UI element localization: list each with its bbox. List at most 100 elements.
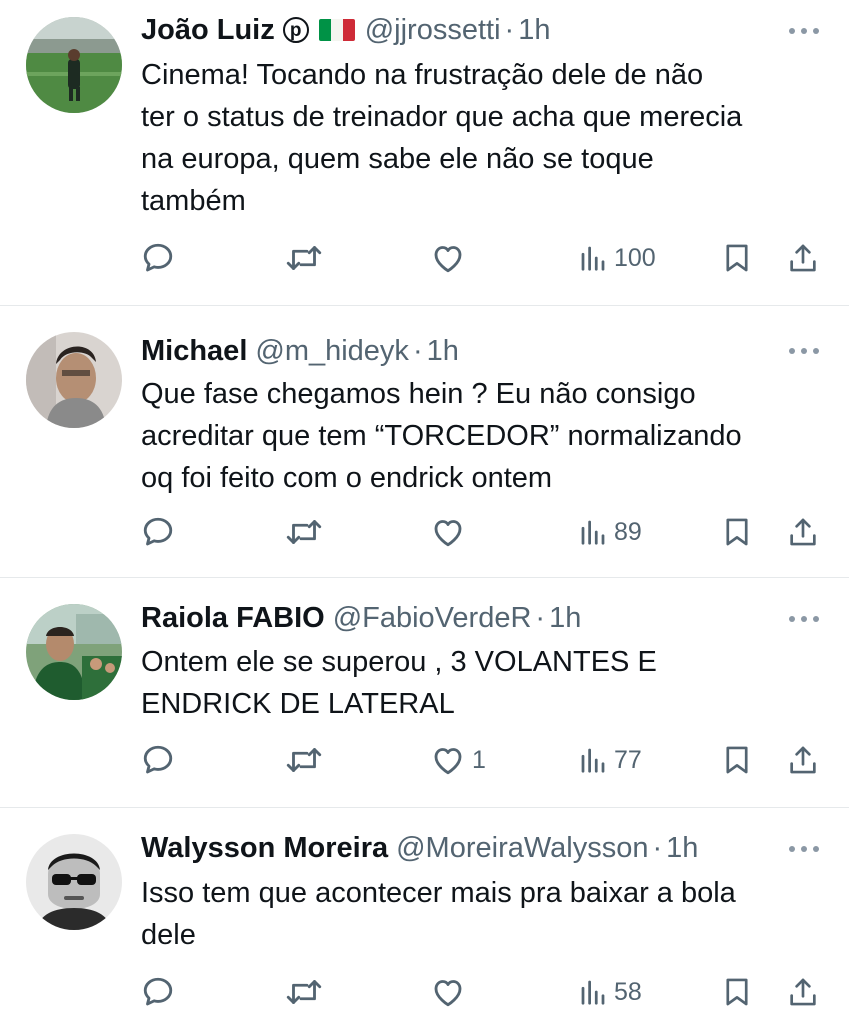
avatar[interactable] [26,332,122,428]
author-name[interactable]: Walysson Moreira [141,830,388,866]
tweet[interactable]: Michael @m_hideyk · 1h Que fase chegamos… [0,306,849,578]
reply-button[interactable] [140,238,182,278]
reply-icon [143,745,173,774]
tweet-text-line: acreditar que tem “TORCEDOR” normalizand… [141,420,742,452]
retweet-button[interactable] [284,512,330,552]
views-icon [581,748,605,773]
bookmark-button[interactable] [720,512,754,552]
tweet-header: Michael @m_hideyk · 1h [141,333,789,369]
bookmark-button[interactable] [720,972,754,1012]
italy-flag-icon [318,19,355,41]
tweet-text-line: dele [141,919,196,951]
like-button[interactable]: 1 [430,740,486,780]
author-name[interactable]: João Luiz [141,12,275,48]
tweet-header: Walysson Moreira @MoreiraWalysson · 1h [141,830,789,866]
share-button[interactable] [786,512,820,552]
avatar[interactable] [26,17,122,113]
tweet-actions: 100 [0,238,849,278]
like-icon [434,520,462,547]
views-icon [581,980,605,1005]
author-name[interactable]: Michael [141,333,247,369]
like-icon [434,246,462,273]
share-button[interactable] [786,972,820,1012]
reply-feed: João Luiz p @jjrossetti · 1h Cinema! Toc… [0,0,849,1024]
more-icon[interactable] [789,346,819,356]
retweet-button[interactable] [284,238,330,278]
author-handle[interactable]: @jjrossetti [365,12,501,48]
tweet-actions: 1 77 [0,740,849,780]
tweet-text-line: ENDRICK DE LATERAL [141,688,455,720]
share-icon [790,746,816,774]
reply-button[interactable] [140,740,182,780]
view-count: 100 [614,243,656,272]
author-handle[interactable]: @m_hideyk [255,333,409,369]
bookmark-icon [726,518,748,546]
share-button[interactable] [786,740,820,780]
more-icon[interactable] [789,844,819,854]
author-handle[interactable]: @MoreiraWalysson [396,830,648,866]
views-icon [581,246,605,271]
tweet-text: Cinema! Tocando na frustração dele de nã… [141,54,825,222]
views-button[interactable]: 100 [578,238,656,278]
views-icon [581,520,605,545]
separator-dot: · [412,335,423,367]
view-count: 77 [614,745,642,774]
tweet-header: Raiola FABIO @FabioVerdeR · 1h [141,600,789,636]
like-button[interactable] [430,238,472,278]
bookmark-icon [726,244,748,272]
reply-button[interactable] [140,972,182,1012]
timestamp[interactable]: 1h [666,830,698,866]
timestamp[interactable]: 1h [549,600,581,636]
retweet-icon [286,520,322,544]
avatar[interactable] [26,834,122,930]
tweet-text-line: ter o status de treinador que acha que m… [141,101,743,133]
tweet-text: Isso tem que acontecer mais pra baixar a… [141,872,825,956]
timestamp[interactable]: 1h [518,12,550,48]
more-icon[interactable] [789,26,819,36]
tweet-text-line: Que fase chegamos hein ? Eu não consigo [141,378,696,410]
like-icon [434,980,462,1007]
tweet[interactable]: João Luiz p @jjrossetti · 1h Cinema! Toc… [0,0,849,306]
retweet-icon [286,980,322,1004]
tweet-header: João Luiz p @jjrossetti · 1h [141,12,789,48]
share-button[interactable] [786,238,820,278]
tweet-text-line: Isso tem que acontecer mais pra baixar a… [141,877,736,909]
views-button[interactable]: 58 [578,972,642,1012]
tweet[interactable]: Raiola FABIO @FabioVerdeR · 1h Ontem ele… [0,578,849,808]
tweet-text-line: Cinema! Tocando na frustração dele de nã… [141,59,704,91]
share-icon [790,244,816,272]
tweet-text-line: oq foi feito com o endrick ontem [141,462,553,494]
separator-dot: · [504,14,515,46]
tweet-text: Que fase chegamos hein ? Eu não consigo … [141,373,825,499]
bookmark-icon [726,746,748,774]
like-button[interactable] [430,512,472,552]
bookmark-button[interactable] [720,238,754,278]
timestamp[interactable]: 1h [427,333,459,369]
more-icon[interactable] [789,614,819,624]
separator-dot: · [652,832,663,864]
share-icon [790,978,816,1006]
like-icon [434,748,462,775]
retweet-button[interactable] [284,972,330,1012]
reply-icon [143,517,173,546]
view-count: 89 [614,517,642,546]
reply-icon [143,977,173,1006]
like-count: 1 [472,745,486,774]
author-handle[interactable]: @FabioVerdeR [333,600,532,636]
like-button[interactable] [430,972,472,1012]
author-name[interactable]: Raiola FABIO [141,600,325,636]
views-button[interactable]: 77 [578,740,642,780]
bookmark-button[interactable] [720,740,754,780]
reply-icon [143,243,173,272]
reply-button[interactable] [140,512,182,552]
tweet[interactable]: Walysson Moreira @MoreiraWalysson · 1h I… [0,808,849,1024]
separator-dot: · [535,602,546,634]
avatar[interactable] [26,604,122,700]
tweet-text-line: também [141,185,246,217]
views-button[interactable]: 89 [578,512,642,552]
tweet-actions: 89 [0,512,849,552]
retweet-button[interactable] [284,740,330,780]
tweet-text-line: Ontem ele se superou , 3 VOLANTES E [141,646,657,678]
retweet-icon [286,748,322,772]
tweet-text: Ontem ele se superou , 3 VOLANTES E ENDR… [141,641,825,725]
